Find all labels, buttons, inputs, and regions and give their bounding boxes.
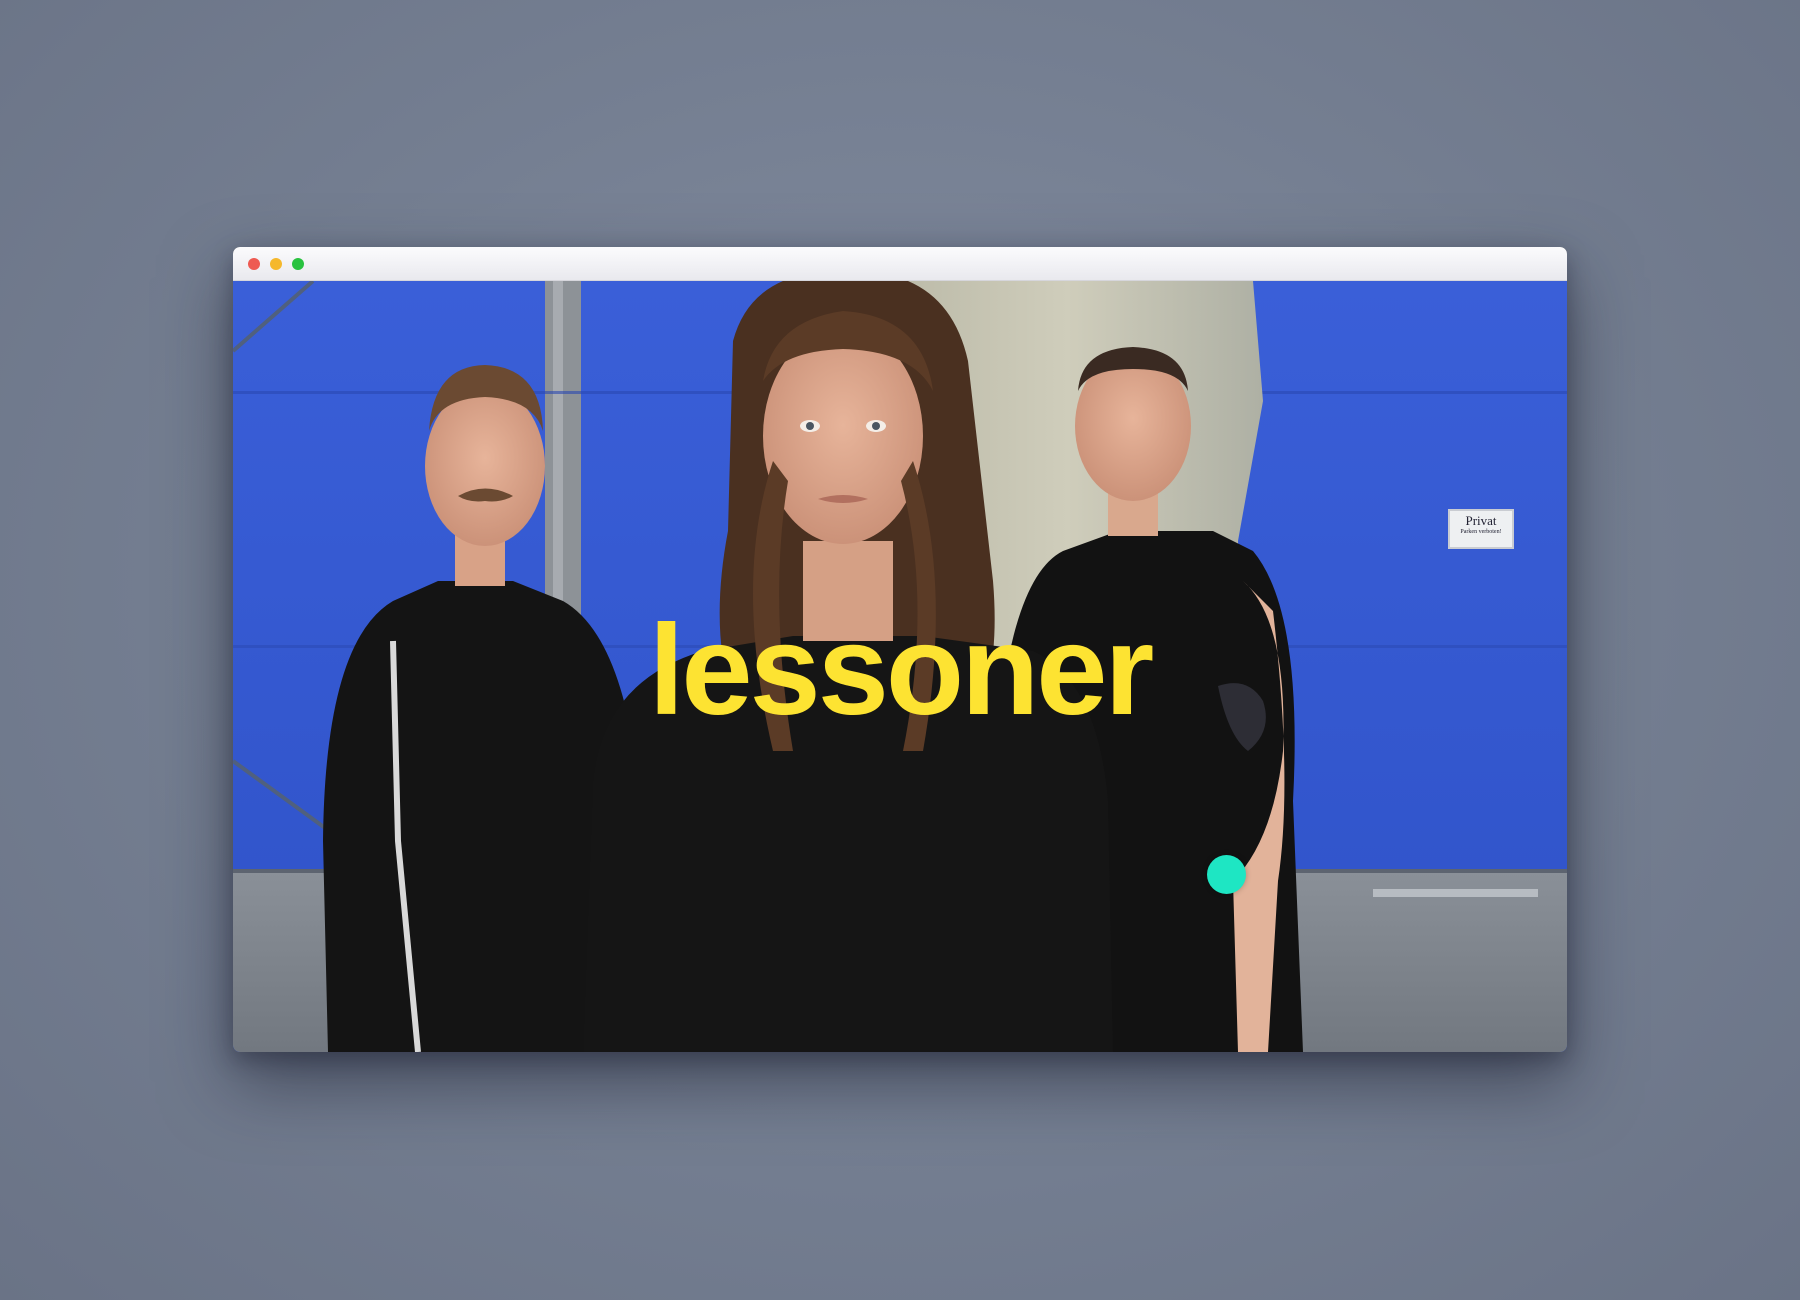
cursor-dot [1207, 855, 1246, 894]
sign-subtitle: Parken verboten! [1460, 529, 1502, 535]
hero-section: Privat Parken verboten! lessoner [233, 281, 1567, 1052]
band-name-title: lessoner [648, 599, 1155, 742]
minimize-window-button[interactable] [270, 258, 282, 270]
privat-wall-sign: Privat Parken verboten! [1448, 509, 1514, 549]
browser-window: Privat Parken verboten! lessoner [233, 247, 1567, 1052]
window-titlebar [233, 247, 1567, 281]
sign-title: Privat [1465, 513, 1497, 528]
maximize-window-button[interactable] [292, 258, 304, 270]
close-window-button[interactable] [248, 258, 260, 270]
